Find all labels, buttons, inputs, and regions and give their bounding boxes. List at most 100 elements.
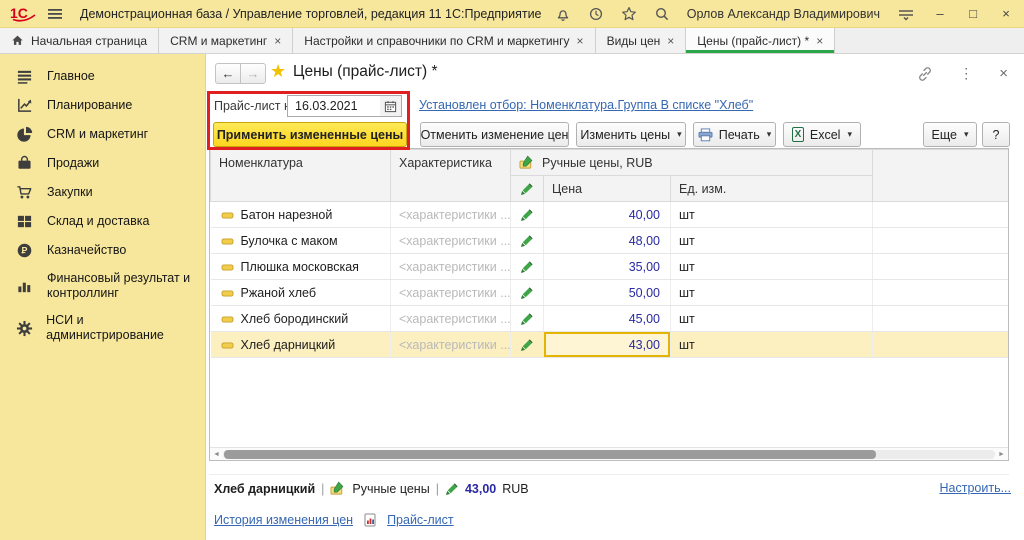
filter-link[interactable]: Установлен отбор: Номенклатура.Группа В …: [419, 98, 753, 112]
forward-button[interactable]: →: [240, 63, 266, 84]
planning-chart-icon: [15, 97, 34, 114]
sidebar-item-planning[interactable]: Планирование: [0, 91, 205, 120]
column-header-characteristic[interactable]: Характеристика: [391, 150, 511, 202]
scrollbar-thumb[interactable]: [224, 450, 876, 459]
item-icon: [221, 314, 234, 325]
calendar-picker-button[interactable]: [380, 95, 402, 117]
tab-home[interactable]: Начальная страница: [0, 28, 159, 53]
pencil-icon: [520, 286, 534, 300]
manual-prices-icon: [519, 155, 535, 170]
price-cell[interactable]: 50,00: [544, 280, 671, 306]
status-currency: RUB: [502, 482, 528, 496]
sidebar-item-finance[interactable]: Финансовый результат и контроллинг: [0, 265, 205, 307]
configure-link[interactable]: Настроить...: [940, 481, 1012, 495]
price-cell[interactable]: 45,00: [544, 306, 671, 332]
change-prices-button[interactable]: Изменить цены ▾: [576, 122, 686, 147]
pricelist-date-input[interactable]: 16.03.2021: [287, 95, 381, 117]
nav-buttons: ← →: [215, 63, 266, 84]
sidebar-item-purchases[interactable]: Закупки: [0, 178, 205, 207]
table-row[interactable]: Хлеб бородинский <характеристики ... 45,…: [211, 306, 1009, 332]
sidebar-item-treasury[interactable]: Казначейство: [0, 236, 205, 265]
tab-label: Виды цен: [607, 34, 661, 48]
sidebar-item-main[interactable]: Главное: [0, 62, 205, 91]
table-row[interactable]: Ржаной хлеб <характеристики ... 50,00 шт: [211, 280, 1009, 306]
bottom-links: История изменения цен Прайс-лист: [214, 513, 454, 527]
pencil-icon: [520, 338, 534, 352]
maximize-button[interactable]: □: [965, 6, 981, 21]
panels-toggle-icon[interactable]: [897, 7, 915, 21]
table-row-selected[interactable]: Хлеб дарницкий <характеристики ... 43,00…: [211, 332, 1009, 358]
help-button[interactable]: ?: [982, 122, 1010, 147]
report-icon: [363, 513, 377, 527]
tab-label: Начальная страница: [31, 34, 147, 48]
horizontal-scrollbar[interactable]: ◄ ►: [210, 447, 1008, 460]
tab-close-icon[interactable]: ×: [274, 34, 281, 48]
selected-item-name: Хлеб дарницкий: [214, 482, 315, 496]
menu-lines-icon: [15, 68, 34, 85]
tab-close-icon[interactable]: ×: [667, 34, 674, 48]
price-cell[interactable]: 48,00: [544, 228, 671, 254]
price-history-link[interactable]: История изменения цен: [214, 513, 353, 527]
column-header-edit[interactable]: [511, 176, 544, 202]
cancel-price-change-button[interactable]: Отменить изменение цен: [420, 122, 569, 147]
window-title: Демонстрационная база / Управление торго…: [80, 7, 542, 21]
tab-crm[interactable]: CRM и маркетинг ×: [159, 28, 293, 53]
close-window-button[interactable]: ×: [998, 6, 1014, 21]
table-row[interactable]: Булочка с маком <характеристики ... 48,0…: [211, 228, 1009, 254]
price-cell[interactable]: 40,00: [544, 202, 671, 228]
table-row[interactable]: Батон нарезной <характеристики ... 40,00…: [211, 202, 1009, 228]
more-button[interactable]: Еще ▾: [923, 122, 977, 147]
bar-chart-icon: [15, 278, 34, 295]
sidebar-item-warehouse[interactable]: Склад и доставка: [0, 207, 205, 236]
tab-price-kinds[interactable]: Виды цен ×: [596, 28, 687, 53]
pencil-icon: [520, 234, 534, 248]
manual-prices-icon: [330, 481, 346, 496]
item-icon: [221, 210, 234, 221]
status-price-value: 43,00: [465, 482, 496, 496]
history-icon[interactable]: [588, 6, 604, 22]
column-header-nomenclature[interactable]: Номенклатура: [211, 150, 391, 202]
table-row[interactable]: Плюшка московская <характеристики ... 35…: [211, 254, 1009, 280]
bag-icon: [15, 155, 34, 172]
tab-prices-active[interactable]: Цены (прайс-лист) * ×: [686, 28, 835, 53]
excel-button[interactable]: X Excel ▾: [783, 122, 861, 147]
excel-icon: X: [792, 127, 804, 142]
back-button[interactable]: ←: [215, 63, 241, 84]
tab-bar: Начальная страница CRM и маркетинг × Нас…: [0, 28, 1024, 54]
tab-crm-settings[interactable]: Настройки и справочники по CRM и маркети…: [293, 28, 595, 53]
apply-changed-prices-button[interactable]: Применить измененные цены: [213, 122, 407, 147]
sidebar-item-sales[interactable]: Продажи: [0, 149, 205, 178]
tab-close-icon[interactable]: ×: [816, 34, 823, 48]
favorites-star-icon[interactable]: [621, 6, 637, 22]
tab-close-icon[interactable]: ×: [577, 34, 584, 48]
print-button[interactable]: Печать ▾: [693, 122, 776, 147]
sidebar-item-admin[interactable]: НСИ и администрирование: [0, 307, 205, 349]
favorite-star-icon[interactable]: ★: [270, 61, 286, 82]
column-header-unit[interactable]: Ед. изм.: [671, 176, 873, 202]
current-user[interactable]: Орлов Александр Владимирович: [687, 7, 880, 21]
close-form-icon[interactable]: ×: [999, 65, 1008, 82]
cart-icon: [15, 184, 34, 201]
column-header-price[interactable]: Цена: [544, 176, 671, 202]
chevron-down-icon: ▾: [847, 129, 852, 140]
main-menu-icon[interactable]: [47, 7, 63, 21]
price-cell[interactable]: 35,00: [544, 254, 671, 280]
chevron-down-icon: ▾: [677, 129, 682, 140]
gear-icon: [15, 320, 33, 337]
search-icon[interactable]: [654, 6, 670, 22]
tab-label: Цены (прайс-лист) *: [697, 34, 809, 48]
notifications-bell-icon[interactable]: [555, 6, 571, 22]
scroll-left-icon[interactable]: ◄: [211, 449, 222, 460]
price-cell-selected[interactable]: 43,00: [544, 332, 671, 358]
minimize-button[interactable]: –: [932, 6, 948, 21]
pencil-icon: [520, 312, 534, 326]
pricelist-report-link[interactable]: Прайс-лист: [387, 513, 454, 527]
tab-label: CRM и маркетинг: [170, 34, 267, 48]
column-header-manual-prices[interactable]: Ручные цены, RUB: [511, 150, 873, 176]
scroll-right-icon[interactable]: ►: [996, 449, 1007, 460]
more-menu-icon[interactable]: ⋮: [959, 65, 973, 82]
sidebar-item-crm[interactable]: CRM и маркетинг: [0, 120, 205, 149]
get-link-icon[interactable]: [917, 66, 933, 82]
price-grid: Номенклатура Характеристика Ручные цены,…: [209, 148, 1009, 461]
calendar-icon: [384, 100, 397, 113]
